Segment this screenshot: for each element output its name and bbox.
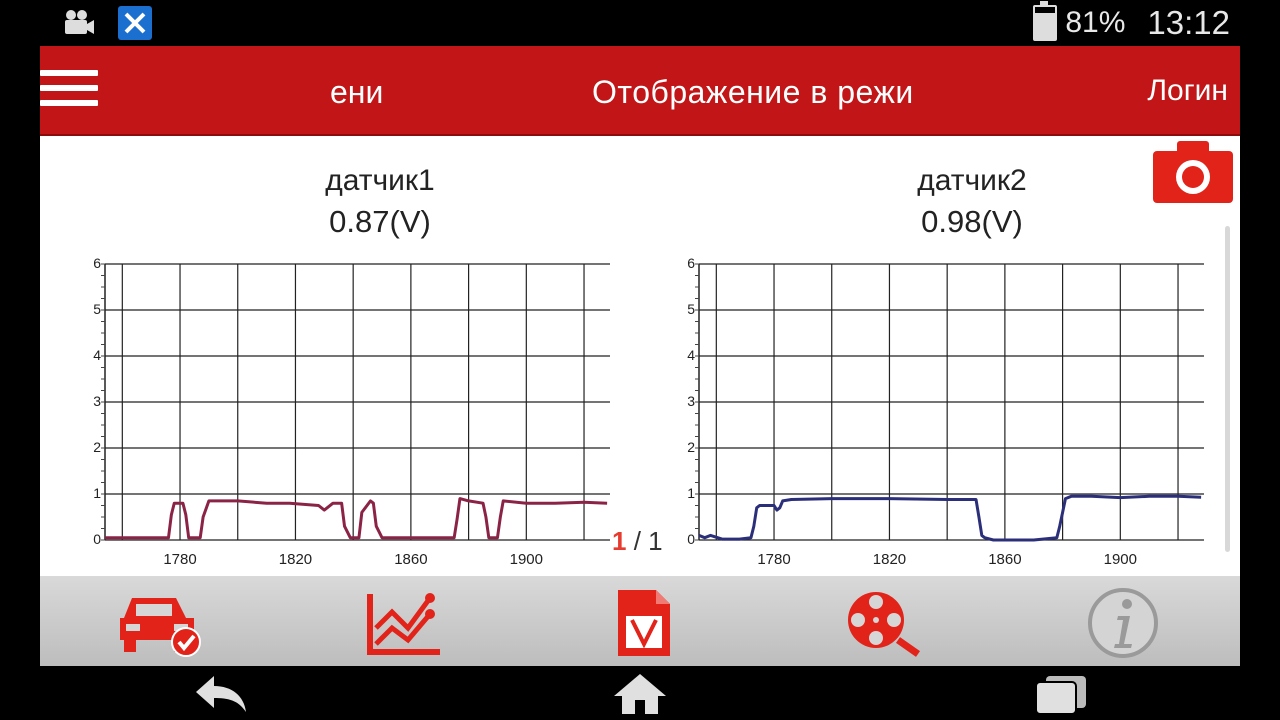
clock: 13:12 [1147, 4, 1230, 41]
graph-icon[interactable] [358, 588, 448, 658]
top-bar: ени Отображение в режи Логин [40, 46, 1240, 136]
y-tick-label: 3 [687, 393, 695, 409]
scrollbar[interactable] [1225, 226, 1230, 552]
y-tick-label: 5 [93, 301, 101, 317]
sensor1-chart[interactable]: 0 1 2 3 4 5 6 1780 1820 1860 1900 [80, 246, 620, 568]
sensor2-value: 0.98(V) [921, 204, 1023, 239]
sensor2-chart[interactable]: 0 1 2 3 4 5 6 1780 1820 1860 1900 [674, 246, 1214, 568]
status-bar: 81% 13:12 [0, 0, 1280, 46]
x-tick-label: 1820 [279, 551, 312, 568]
page-total: / 1 [626, 526, 663, 556]
x-tick-label: 1860 [394, 551, 427, 568]
recent-apps-icon[interactable] [1030, 672, 1090, 716]
sensor1-value: 0.87(V) [329, 204, 431, 239]
video-camera-icon [65, 10, 94, 34]
y-tick-label: 1 [93, 485, 101, 501]
sensor2-name: датчик2 [917, 164, 1027, 197]
x-tick-label: 1900 [1104, 551, 1137, 568]
tools-app-icon [118, 6, 152, 40]
header-left-text[interactable]: ени [330, 74, 383, 111]
y-tick-label: 4 [687, 347, 695, 363]
y-tick-label: 2 [93, 439, 101, 455]
app-window: ени Отображение в режи Логин датчик1 0.8… [40, 46, 1240, 666]
car-check-icon[interactable] [114, 588, 204, 658]
camera-icon[interactable] [1153, 139, 1233, 203]
hamburger-menu-icon[interactable] [40, 70, 98, 110]
x-tick-label: 1780 [757, 551, 790, 568]
page-current: 1 [612, 526, 627, 556]
home-icon[interactable] [610, 672, 670, 716]
back-icon[interactable] [190, 672, 250, 716]
page-title: Отображение в режи [592, 74, 914, 110]
x-tick-label: 1900 [510, 551, 543, 568]
film-search-icon[interactable] [840, 588, 930, 658]
bottom-toolbar [40, 576, 1240, 666]
battery-percent: 81% [1065, 6, 1126, 39]
status-icons-right: 81% 13:12 [1033, 1, 1230, 42]
x-tick-label: 1780 [163, 551, 196, 568]
login-button[interactable]: Логин [1147, 74, 1228, 108]
y-tick-label: 0 [93, 531, 101, 547]
x-tick-label: 1820 [873, 551, 906, 568]
y-tick-label: 1 [687, 485, 695, 501]
y-tick-label: 5 [687, 301, 695, 317]
y-tick-label: 6 [687, 255, 695, 271]
x-tick-label: 1860 [988, 551, 1021, 568]
page-indicator: 1 / 1 [612, 526, 663, 557]
system-nav-bar [0, 666, 1280, 720]
battery-charging-icon [1033, 1, 1058, 41]
y-tick-label: 6 [93, 255, 101, 271]
y-tick-label: 2 [687, 439, 695, 455]
status-icons-left [62, 6, 152, 40]
voltage-document-icon[interactable] [598, 588, 688, 658]
y-tick-label: 0 [687, 531, 695, 547]
y-tick-label: 3 [93, 393, 101, 409]
sensor1-name: датчик1 [325, 164, 435, 197]
live-data-panel: датчик1 0.87(V) датчик2 0.98(V) 0 1 2 3 4 5 6 1… [40, 136, 1240, 576]
y-tick-label: 4 [93, 347, 101, 363]
info-icon[interactable] [1078, 588, 1168, 658]
